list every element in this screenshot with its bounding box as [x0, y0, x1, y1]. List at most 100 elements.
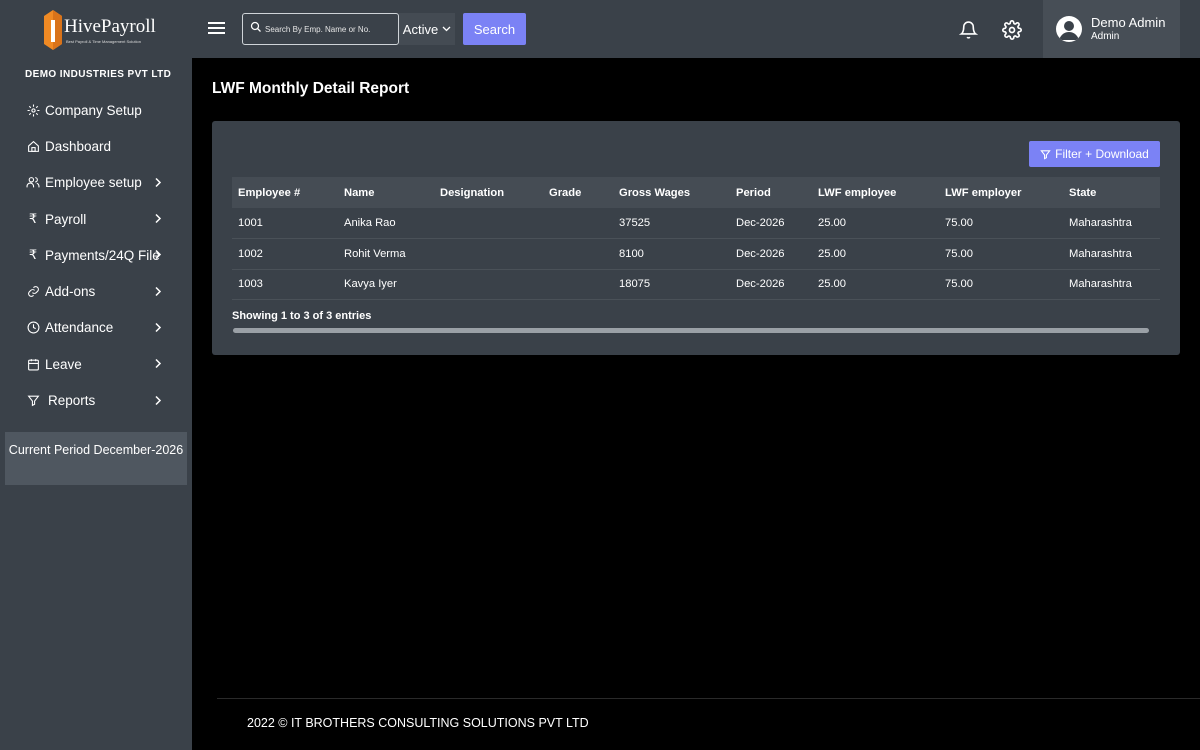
filter-download-button[interactable]: Filter + Download — [1029, 141, 1160, 167]
company-name: DEMO INDUSTRIES PVT LTD — [25, 69, 172, 80]
chevron-right-icon — [154, 284, 162, 299]
column-header[interactable]: Name — [338, 177, 434, 208]
table-cell: Kavya Iyer — [344, 278, 397, 291]
table-cell: 1002 — [238, 247, 263, 260]
sidebar-item-label: Employee setup — [45, 175, 142, 191]
table-cell — [543, 208, 613, 239]
notification-bell-icon[interactable] — [958, 20, 979, 45]
table-cell — [543, 269, 613, 300]
top-header: Active Search Demo Admin Admin — [192, 0, 1200, 58]
search-box[interactable] — [242, 13, 399, 45]
filter-icon — [1040, 149, 1051, 160]
column-header[interactable]: Grade — [543, 177, 613, 208]
table-cell: 25.00 — [818, 278, 846, 291]
sidebar-item-label: Payroll — [45, 211, 87, 227]
table-cell: 75.00 — [945, 278, 973, 291]
chevron-right-icon — [154, 248, 162, 263]
column-header[interactable]: Gross Wages — [613, 177, 730, 208]
table-cell — [434, 239, 543, 270]
sidebar-item-payroll[interactable]: ₹ Payroll — [0, 201, 192, 237]
users-icon — [26, 176, 40, 190]
table-cell: Dec-2026 — [736, 278, 785, 291]
table-cell: Rohit Verma — [344, 247, 406, 260]
table-header-row: Employee # Name Designation Grade Gross … — [232, 177, 1160, 208]
chevron-right-icon — [154, 175, 162, 190]
brand-tagline: Best Payroll & Time Management Solution — [66, 39, 141, 44]
horizontal-scrollbar[interactable] — [233, 328, 1149, 333]
filter-download-label: Filter + Download — [1055, 147, 1149, 161]
table-cell: 75.00 — [945, 247, 973, 260]
table-row: 1001 Anika Rao 37525 Dec-2026 25.00 75.0… — [232, 208, 1160, 239]
column-header[interactable]: Designation — [434, 177, 543, 208]
table-cell: 1003 — [238, 278, 263, 291]
table-cell: 25.00 — [818, 247, 846, 260]
link-icon — [26, 285, 40, 299]
table-cell: Dec-2026 — [736, 217, 785, 229]
table-row: 1002 Rohit Verma 8100 Dec-2026 25.00 75.… — [232, 239, 1160, 270]
search-icon — [250, 20, 262, 38]
table-cell: Maharashtra — [1069, 278, 1132, 291]
sidebar-item-label: Dashboard — [45, 138, 112, 154]
search-input[interactable] — [265, 24, 395, 34]
gear-icon — [26, 103, 40, 117]
sidebar-item-employee-setup[interactable]: Employee setup — [0, 165, 192, 201]
entries-info: Showing 1 to 3 of 3 entries — [232, 310, 372, 322]
column-header[interactable]: Period — [730, 177, 812, 208]
chevron-right-icon — [154, 320, 162, 335]
table-cell: 37525 — [619, 217, 651, 229]
table-cell: Maharashtra — [1069, 217, 1132, 229]
table-cell: 18075 — [619, 278, 651, 291]
report-card: Filter + Download Employee # Name Design… — [212, 121, 1180, 355]
table-cell — [543, 239, 613, 270]
search-button[interactable]: Search — [463, 13, 526, 45]
user-menu[interactable]: Demo Admin Admin — [1043, 0, 1180, 58]
status-select[interactable]: Active — [399, 13, 455, 45]
table-cell — [434, 208, 543, 239]
lwf-report-table: Employee # Name Designation Grade Gross … — [232, 177, 1160, 300]
chevron-right-icon — [154, 357, 162, 372]
column-header[interactable]: State — [1063, 177, 1160, 208]
chevron-right-icon — [154, 212, 162, 227]
sidebar-item-label: Company Setup — [45, 102, 142, 118]
chevron-right-icon — [154, 393, 162, 408]
avatar — [1056, 16, 1082, 42]
table-cell: Maharashtra — [1069, 247, 1132, 260]
chevron-down-icon — [442, 26, 451, 32]
hamburger-menu-icon[interactable] — [208, 22, 225, 36]
sidebar-item-attendance[interactable]: Attendance — [0, 310, 192, 346]
sidebar-item-dashboard[interactable]: Dashboard — [0, 128, 192, 164]
table-cell: Dec-2026 — [736, 247, 785, 260]
column-header[interactable]: Employee # — [232, 177, 338, 208]
table-cell: 25.00 — [818, 217, 846, 229]
sidebar-item-label: Leave — [45, 356, 82, 372]
sidebar-item-label: Attendance — [45, 320, 114, 336]
filter-icon — [26, 394, 40, 408]
calendar-icon — [26, 357, 40, 371]
table-cell: 8100 — [619, 247, 644, 260]
sidebar-item-label: Payments/24Q File — [45, 247, 160, 263]
clock-icon — [26, 321, 40, 335]
status-select-value: Active — [402, 21, 439, 37]
page-title: LWF Monthly Detail Report — [212, 80, 410, 97]
column-header[interactable]: LWF employee — [812, 177, 939, 208]
settings-gear-icon[interactable] — [1002, 20, 1022, 45]
table-cell — [434, 269, 543, 300]
table-row: 1003 Kavya Iyer 18075 Dec-2026 25.00 75.… — [232, 269, 1160, 300]
sidebar-item-add-ons[interactable]: Add-ons — [0, 273, 192, 309]
sidebar-item-label: Add-ons — [45, 284, 96, 300]
brand-logo[interactable]: HivePayroll Best Payroll & Time Manageme… — [42, 8, 162, 52]
sidebar-item-reports[interactable]: Reports — [0, 382, 192, 418]
column-header[interactable]: LWF employer — [939, 177, 1063, 208]
sidebar-item-leave[interactable]: Leave — [0, 346, 192, 382]
rupee-icon: ₹ — [28, 211, 38, 227]
sidebar: HivePayroll Best Payroll & Time Manageme… — [0, 0, 192, 750]
sidebar-item-company-setup[interactable]: Company Setup — [0, 92, 192, 128]
footer-divider — [217, 698, 1200, 699]
sidebar-item-payments[interactable]: ₹ Payments/24Q File — [0, 237, 192, 273]
user-name: Demo Admin — [1091, 15, 1166, 30]
user-role: Admin — [1091, 31, 1120, 42]
hive-logo-icon — [44, 10, 62, 50]
sidebar-nav: Company Setup Dashboard Employee setup ₹… — [0, 92, 192, 419]
table-cell: Anika Rao — [344, 217, 396, 229]
sidebar-item-label: Reports — [48, 393, 96, 409]
